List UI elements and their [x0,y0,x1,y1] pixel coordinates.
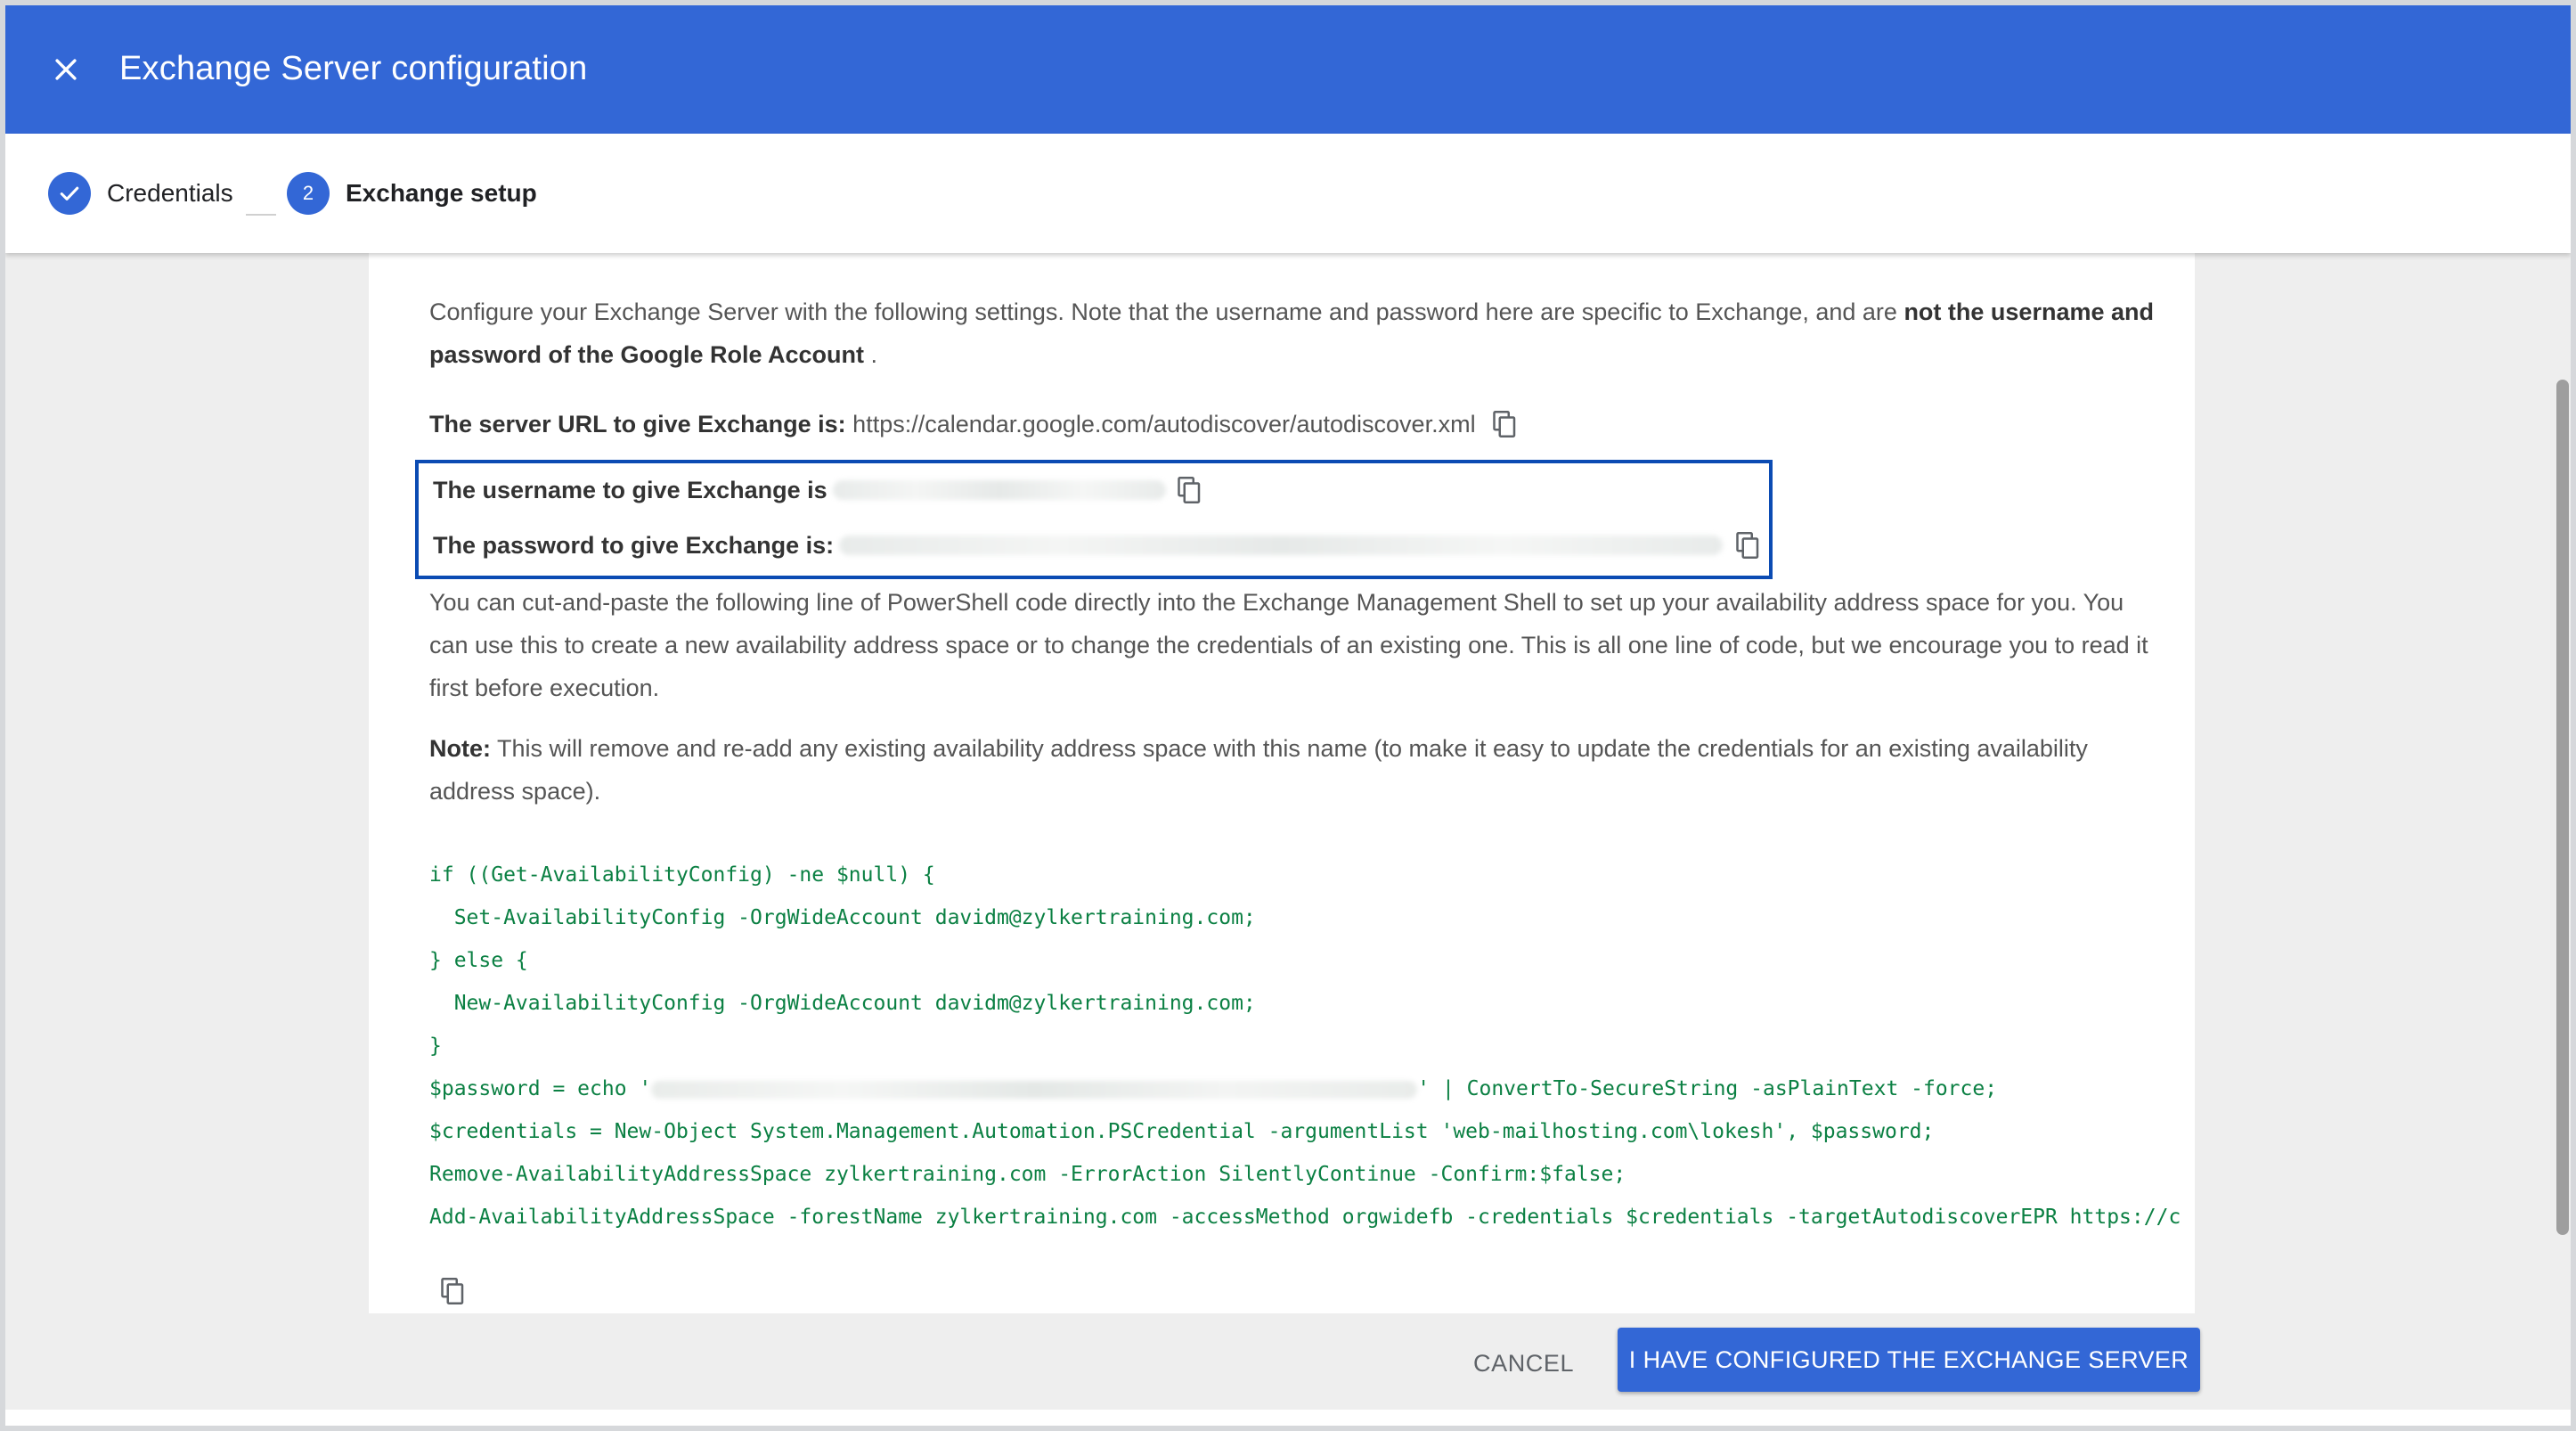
step-label-credentials: Credentials [107,179,233,207]
bottom-strip [5,1410,2571,1426]
redacted-code-password [651,1080,1418,1099]
code-line: if ((Get-AvailabilityConfig) -ne $null) … [429,863,935,887]
code-line: $password = echo ' ' | ConvertTo-SecureSt… [429,1067,2181,1110]
cancel-button[interactable]: CANCEL [1459,1335,1588,1392]
redacted-password [839,536,1724,555]
note-text: This will remove and re-add any existing… [429,735,2088,805]
confirm-configured-button[interactable]: I HAVE CONFIGURED THE EXCHANGE SERVER [1618,1328,2200,1392]
step-credentials[interactable]: Credentials [48,134,233,253]
close-icon[interactable] [51,54,81,85]
code-line: Remove-AvailabilityAddressSpace zylkertr… [429,1163,1626,1186]
dialog-footer: CANCEL I HAVE CONFIGURED THE EXCHANGE SE… [5,1328,2571,1399]
code-line-start: $password = echo ' [429,1077,652,1100]
intro-paragraph: Configure your Exchange Server with the … [429,290,2157,376]
server-url-value: https://calendar.google.com/autodiscover… [845,411,1476,437]
dialog-header: Exchange Server configuration [5,5,2571,134]
code-line: } [429,1034,442,1058]
credentials-highlight-box: The username to give Exchange is The pas… [415,460,1773,579]
username-label: The username to give Exchange is [433,476,827,503]
server-url-row: The server URL to give Exchange is: http… [429,403,1519,446]
intro-end: . [864,341,878,368]
redacted-username [832,480,1166,500]
step-exchange-setup[interactable]: 2 Exchange setup [287,134,537,253]
password-row: The password to give Exchange is: [433,524,1762,567]
intro-text: Configure your Exchange Server with the … [429,298,1904,325]
content-card: Configure your Exchange Server with the … [369,253,2195,1313]
username-row: The username to give Exchange is [433,469,1203,511]
step-connector [246,214,276,216]
powershell-paragraph: You can cut-and-paste the following line… [429,589,2148,701]
server-url-label: The server URL to give Exchange is: [429,411,846,437]
code-line: Set-AvailabilityConfig -OrgWideAccount d… [429,906,1256,929]
copy-icon[interactable] [1735,530,1762,560]
copy-code-icon[interactable] [440,1276,467,1306]
dialog-window: Exchange Server configuration Credential… [5,5,2571,1426]
step-number-badge: 2 [287,172,330,215]
code-line-end: ' | ConvertTo-SecureString -asPlainText … [1417,1077,1998,1100]
code-line: $credentials = New-Object System.Managem… [429,1120,1935,1143]
note-label: Note: [429,735,491,762]
scrollbar-thumb[interactable] [2556,380,2569,1235]
step-complete-indicator [48,172,91,215]
dialog-title: Exchange Server configuration [119,50,588,87]
code-line: New-AvailabilityConfig -OrgWideAccount d… [429,992,1256,1015]
powershell-code-block[interactable]: if ((Get-AvailabilityConfig) -ne $null) … [429,854,2181,1239]
step-label-exchange-setup: Exchange setup [346,179,537,207]
code-line: } else { [429,949,528,972]
copy-icon[interactable] [1177,475,1203,505]
note-paragraph: Note: This will remove and re-add any ex… [429,727,2157,813]
code-line: Add-AvailabilityAddressSpace -forestName… [429,1206,2181,1229]
password-label: The password to give Exchange is: [433,531,835,559]
stepper: Credentials 2 Exchange setup [5,134,2571,253]
close-button[interactable] [41,45,91,94]
copy-icon[interactable] [1492,409,1519,439]
check-icon [60,186,79,200]
